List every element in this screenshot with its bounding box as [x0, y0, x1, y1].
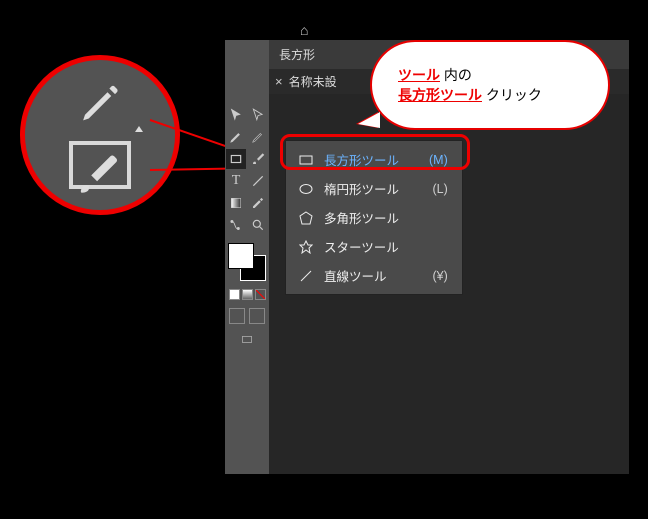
flyout-shortcut: (L): [412, 182, 447, 196]
draw-mode-row: [229, 308, 265, 324]
rectangle-icon: [298, 153, 314, 167]
instruction-callout: ツール 内の 長方形ツール クリック: [370, 40, 610, 130]
pen-tool[interactable]: [226, 127, 246, 147]
blend-tool[interactable]: [226, 215, 246, 235]
flyout-shortcut: (¥): [412, 269, 447, 283]
gradient-tool[interactable]: [226, 193, 246, 213]
color-mode-row: [229, 289, 266, 300]
flyout-label: 直線ツール: [324, 266, 387, 285]
draw-behind[interactable]: [249, 308, 265, 324]
fill-stroke-swatch[interactable]: [228, 243, 266, 281]
flyout-label: 多角形ツール: [324, 208, 399, 227]
flyout-label: 長方形ツール: [324, 150, 399, 169]
callout-line1: ツール 内の: [398, 65, 582, 85]
callout-accent: ツール: [398, 67, 440, 83]
callout-accent: 長方形ツール: [398, 87, 482, 103]
flyout-item-line[interactable]: 直線ツール (¥): [286, 261, 462, 290]
flyout-item-rectangle[interactable]: 長方形ツール (M): [286, 145, 462, 174]
canvas-area[interactable]: 長方形ツール (M) 楕円形ツール (L) 多角形ツール スターツール: [269, 94, 629, 474]
draw-normal[interactable]: [229, 308, 245, 324]
tools-toolbar: T: [225, 40, 269, 474]
color-mode-gradient[interactable]: [242, 289, 253, 300]
brush-tool[interactable]: [248, 149, 268, 169]
shape-tool-flyout: 長方形ツール (M) 楕円形ツール (L) 多角形ツール スターツール: [285, 140, 463, 295]
color-mode-none[interactable]: [255, 289, 266, 300]
line-segment-tool[interactable]: [248, 171, 268, 191]
callout-text: クリック: [482, 87, 542, 103]
screen-mode[interactable]: [237, 330, 257, 350]
rectangle-tool[interactable]: [226, 149, 246, 169]
callout-text: 内の: [440, 67, 472, 83]
close-tab-icon[interactable]: ×: [275, 74, 283, 89]
flyout-label: 楕円形ツール: [324, 179, 399, 198]
color-mode-solid[interactable]: [229, 289, 240, 300]
ellipse-icon: [298, 182, 314, 196]
eyedropper-tool[interactable]: [248, 193, 268, 213]
curvature-tool[interactable]: [248, 127, 268, 147]
direct-selection-tool[interactable]: [248, 105, 268, 125]
flyout-label: スターツール: [324, 237, 399, 256]
type-tool[interactable]: T: [226, 171, 246, 191]
flyout-item-star[interactable]: スターツール: [286, 232, 462, 261]
fill-color[interactable]: [228, 243, 254, 269]
star-icon: [298, 240, 314, 254]
line-icon: [298, 269, 314, 283]
speech-bubble: ツール 内の 長方形ツール クリック: [370, 40, 610, 130]
document-tab[interactable]: 名称未設: [289, 73, 337, 90]
callout-line2: 長方形ツール クリック: [398, 85, 582, 105]
zoom-tool[interactable]: [248, 215, 268, 235]
flyout-item-polygon[interactable]: 多角形ツール: [286, 203, 462, 232]
brush-tool-icon[interactable]: [70, 150, 125, 205]
flyout-item-ellipse[interactable]: 楕円形ツール (L): [286, 174, 462, 203]
window-header-icons: ⌂: [300, 22, 308, 38]
polygon-icon: [298, 211, 314, 225]
pen-tool-icon[interactable]: [70, 81, 130, 131]
selection-tool[interactable]: [226, 105, 246, 125]
flyout-shortcut: (M): [409, 153, 448, 167]
home-icon[interactable]: ⌂: [300, 22, 308, 38]
